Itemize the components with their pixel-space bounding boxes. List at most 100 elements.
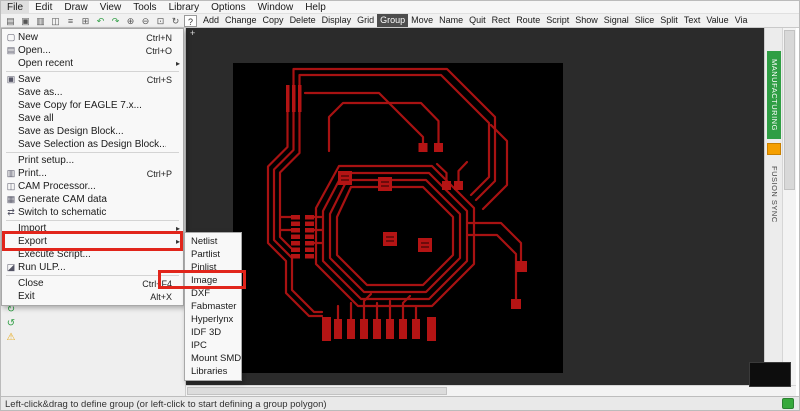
menu-item-shortcut: Ctrl+S	[146, 74, 172, 85]
horizontal-scrollbar[interactable]	[186, 385, 796, 396]
vertical-scrollbar-thumb[interactable]	[784, 30, 795, 190]
tab-manufacturing[interactable]: MANUFACTURING	[767, 51, 781, 139]
file-menu-item[interactable]: Save as...	[2, 86, 183, 99]
file-menu-item[interactable]: Export ▸	[2, 235, 183, 248]
toolbar-button[interactable]: Slice	[632, 14, 658, 27]
menu-item-label: Execute Script...	[18, 249, 91, 260]
cam-processor-icon[interactable]: ◫	[49, 15, 62, 27]
menu-item-icon: ▥	[6, 168, 16, 178]
menubar-item[interactable]: Options	[205, 1, 251, 14]
horizontal-scrollbar-thumb[interactable]	[187, 387, 447, 395]
help-icon[interactable]: ?	[184, 14, 197, 27]
toolbar-button[interactable]: Quit	[466, 14, 489, 27]
file-menu-item[interactable]: Import ▸	[2, 222, 183, 235]
warning-icon[interactable]: ⚠	[3, 332, 19, 344]
menubar-item[interactable]: Library	[163, 1, 206, 14]
toolbar-icons: ▤ ▣ ▥ ◫ ≡ ⊞ ↶ ↷ ⊕ ⊖ ⊡ ↻ ?	[1, 14, 200, 27]
zoom-out-icon[interactable]: ⊖	[139, 15, 152, 27]
toolbar-button[interactable]: Delete	[287, 14, 319, 27]
toolbar-button[interactable]: Change	[222, 14, 260, 27]
toolbar-button[interactable]: Signal	[601, 14, 632, 27]
menubar-item[interactable]: View	[94, 1, 128, 14]
toolbar: ▤ ▣ ▥ ◫ ≡ ⊞ ↶ ↷ ⊕ ⊖ ⊡ ↻ ? Add Change Cop…	[1, 14, 799, 28]
menubar-item[interactable]: Tools	[127, 1, 162, 14]
menubar-item[interactable]: Edit	[29, 1, 58, 14]
file-menu-item[interactable]: Close Ctrl+F4	[2, 277, 183, 290]
file-menu-item[interactable]: Save as Design Block...	[2, 125, 183, 138]
file-menu-item[interactable]: ▥ Print... Ctrl+P	[2, 167, 183, 180]
export-submenu-item[interactable]: Mount SMD	[185, 352, 241, 365]
file-menu-item[interactable]: Save all	[2, 112, 183, 125]
toolbar-button[interactable]: Add	[200, 14, 222, 27]
export-submenu-item[interactable]: IPC	[185, 339, 241, 352]
file-menu-item[interactable]: Execute Script...	[2, 248, 183, 261]
file-menu-item[interactable]: Exit Alt+X	[2, 290, 183, 303]
fusion-sync-icon[interactable]	[767, 143, 781, 155]
menu-item-shortcut: Alt+X	[150, 291, 172, 302]
file-menu-item[interactable]: ▢ New Ctrl+N	[2, 31, 183, 44]
toolbar-button[interactable]: Display	[319, 14, 355, 27]
toolbar-button[interactable]: Script	[543, 14, 572, 27]
menubar: File Edit Draw View Tools Library Option…	[1, 1, 799, 14]
toolbar-button[interactable]: Rect	[489, 14, 514, 27]
toolbar-button[interactable]: Move	[408, 14, 436, 27]
print-icon[interactable]: ▥	[34, 15, 47, 27]
export-submenu-item[interactable]: IDF 3D	[185, 326, 241, 339]
undo-icon[interactable]: ↶	[94, 15, 107, 27]
toolbar-button[interactable]: Name	[436, 14, 466, 27]
menu-item-label: Open...	[18, 45, 51, 56]
zoom-fit-icon[interactable]: ⊡	[154, 15, 167, 27]
menu-item-label: Export	[18, 236, 47, 247]
export-submenu-item[interactable]: Partlist	[185, 248, 241, 261]
toolbar-button[interactable]: Route	[513, 14, 543, 27]
save-icon[interactable]: ▣	[19, 15, 32, 27]
status-green-icon[interactable]	[782, 398, 794, 409]
file-menu-item[interactable]: ▦ Generate CAM data	[2, 193, 183, 206]
redo-icon[interactable]: ↷	[109, 15, 122, 27]
menu-item-label: Save as...	[18, 87, 63, 98]
vertical-scrollbar[interactable]	[782, 28, 796, 385]
redraw-icon[interactable]: ↻	[169, 15, 182, 27]
menu-item-icon: ◪	[6, 262, 16, 272]
export-submenu-item[interactable]: Image	[185, 274, 241, 287]
canvas-corner-panel	[749, 362, 791, 387]
toolbar-button[interactable]: Group	[377, 14, 409, 27]
submenu-arrow-icon: ▸	[175, 224, 180, 233]
zoom-in-icon[interactable]: ⊕	[124, 15, 137, 27]
file-menu-item[interactable]: ▣ Save Ctrl+S	[2, 73, 183, 86]
export-submenu-item[interactable]: DXF	[185, 287, 241, 300]
grid-settings-icon[interactable]: ⊞	[79, 15, 92, 27]
export-submenu-item[interactable]: Fabmaster	[185, 300, 241, 313]
file-menu-item[interactable]: Open recent ▸	[2, 57, 183, 70]
menu-item-label: Import	[18, 223, 47, 234]
toolbar-button[interactable]: Text	[681, 14, 704, 27]
sync-icon[interactable]: ↺	[3, 318, 19, 330]
toolbar-button[interactable]: Grid	[354, 14, 377, 27]
file-menu-item[interactable]: Save Selection as Design Block...	[2, 138, 183, 151]
toolbar-button[interactable]: Split	[657, 14, 681, 27]
file-menu-item[interactable]: ◫ CAM Processor...	[2, 180, 183, 193]
menubar-item[interactable]: Window	[252, 1, 300, 14]
layers-icon[interactable]: ≡	[64, 15, 77, 27]
pcb-board	[233, 63, 563, 373]
file-menu-item[interactable]: ▤ Open... Ctrl+O	[2, 44, 183, 57]
export-submenu-item[interactable]: Hyperlynx	[185, 313, 241, 326]
file-menu-item[interactable]: ◪ Run ULP...	[2, 261, 183, 274]
menubar-item[interactable]: File	[1, 1, 30, 14]
export-submenu-item[interactable]: Libraries	[185, 365, 241, 378]
toolbar-button[interactable]: Show	[572, 14, 601, 27]
pcb-canvas[interactable]: +	[186, 28, 764, 385]
toolbar-button[interactable]: Value	[703, 14, 731, 27]
open-icon[interactable]: ▤	[4, 15, 17, 27]
toolbar-button[interactable]: Copy	[260, 14, 287, 27]
menubar-item[interactable]: Draw	[58, 1, 93, 14]
toolbar-button[interactable]: Via	[732, 14, 751, 27]
file-menu-item[interactable]: Save Copy for EAGLE 7.x...	[2, 99, 183, 112]
submenu-arrow-icon: ▸	[175, 59, 180, 68]
file-menu-item[interactable]: Print setup...	[2, 154, 183, 167]
tab-fusion-sync[interactable]: FUSION SYNC	[767, 158, 781, 230]
menubar-item[interactable]: Help	[299, 1, 332, 14]
export-submenu-item[interactable]: Netlist	[185, 235, 241, 248]
file-menu-item[interactable]: ⇄ Switch to schematic	[2, 206, 183, 219]
export-submenu-item[interactable]: Pinlist	[185, 261, 241, 274]
